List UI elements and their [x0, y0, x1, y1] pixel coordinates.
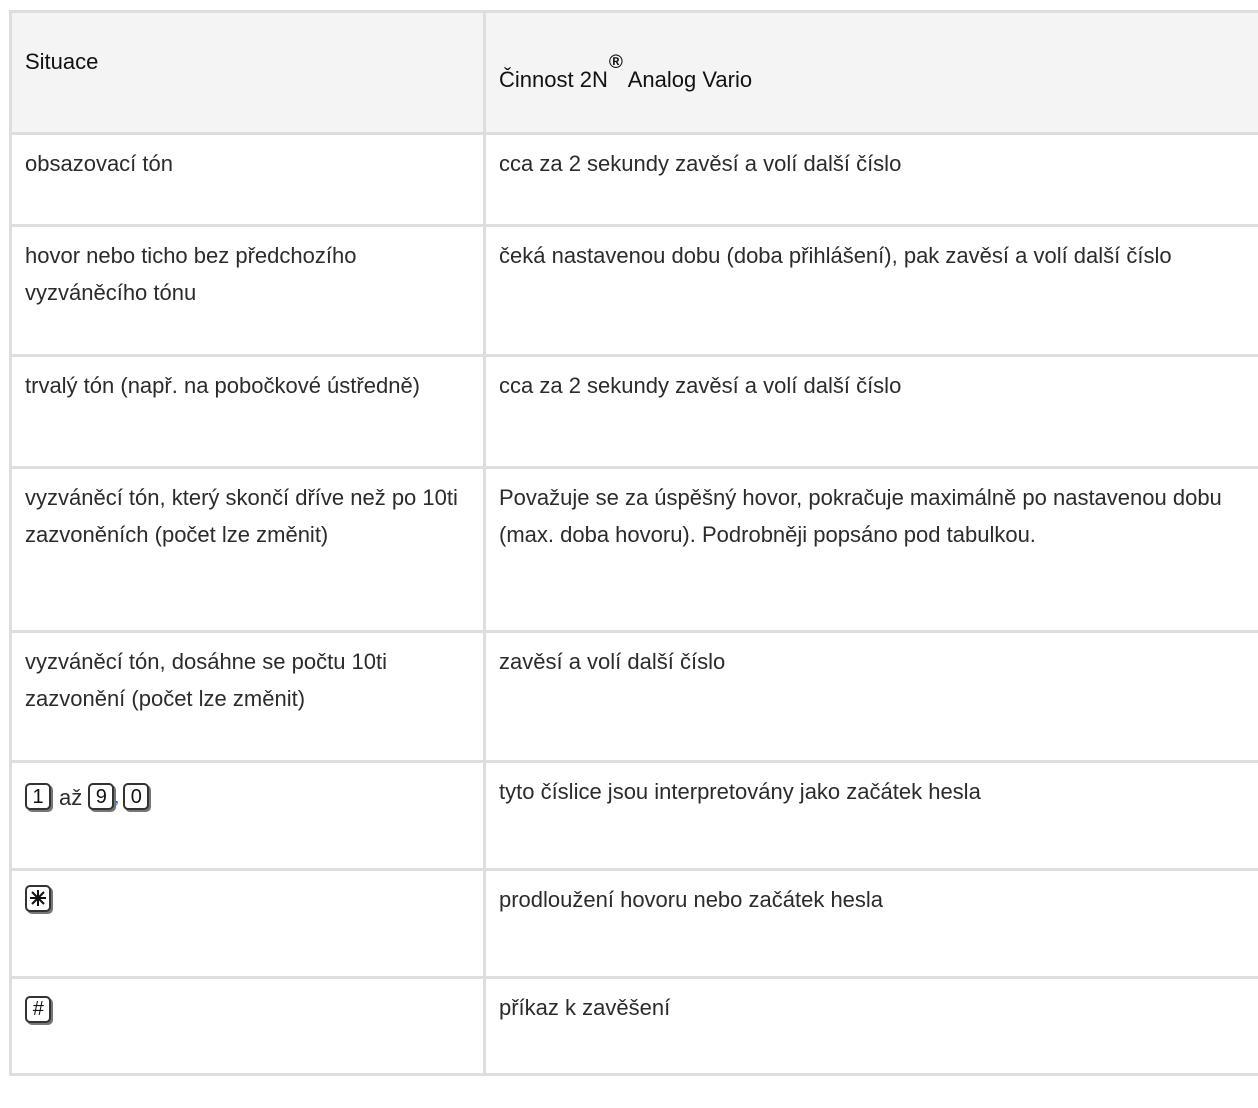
header-action-product: Analog Vario [622, 67, 753, 92]
key-9-icon: 9 [88, 783, 115, 810]
action-cell: zavěsí a volí další číslo [483, 630, 1258, 763]
header-action: Činnost 2N® Analog Vario [483, 10, 1258, 135]
action-cell: cca za 2 sekundy zavěsí a volí další čís… [483, 354, 1258, 469]
table-row: hovor nebo ticho bez předchozího vyzváně… [9, 224, 1258, 357]
situation-cell-hash: # [9, 976, 486, 1076]
key-separator: , [114, 787, 120, 807]
table-row: trvalý tón (např. na pobočkové ústředně)… [9, 354, 1258, 469]
header-action-label: Činnost 2N [499, 67, 608, 92]
situation-cell: trvalý tón (např. na pobočkové ústředně) [9, 354, 486, 469]
table-header-row: Situace Činnost 2N® Analog Vario [9, 10, 1258, 135]
table-row: 1 až 9 , 0 tyto číslice jsou interpretov… [9, 760, 1258, 871]
situations-table: Situace Činnost 2N® Analog Vario obsazov… [9, 10, 1258, 1076]
situation-cell: hovor nebo ticho bez předchozího vyzváně… [9, 224, 486, 357]
situation-cell-star [9, 868, 486, 979]
situation-cell: vyzváněcí tón, dosáhne se počtu 10ti zaz… [9, 630, 486, 763]
table-row: vyzváněcí tón, který skončí dříve než po… [9, 466, 1258, 633]
header-situation-label: Situace [25, 49, 99, 74]
action-cell: tyto číslice jsou interpretovány jako za… [483, 760, 1258, 871]
registered-mark: ® [608, 52, 623, 73]
action-cell: Považuje se za úspěšný hovor, pokračuje … [483, 466, 1258, 633]
star-key-icon [25, 884, 51, 912]
header-situation: Situace [9, 10, 486, 135]
hash-key-icon: # [25, 995, 51, 1023]
table-row: # příkaz k zavěšení [9, 976, 1258, 1076]
table-row: prodloužení hovoru nebo začátek hesla [9, 868, 1258, 979]
action-cell: prodloužení hovoru nebo začátek hesla [483, 868, 1258, 979]
action-cell: cca za 2 sekundy zavěsí a volí další čís… [483, 132, 1258, 227]
key-0-icon: 0 [123, 783, 150, 810]
key-1-icon: 1 [25, 783, 51, 810]
action-cell: čeká nastavenou dobu (doba přihlášení), … [483, 224, 1258, 357]
table-row: obsazovací tón cca za 2 sekundy zavěsí a… [9, 132, 1258, 227]
situation-cell: vyzváněcí tón, který skončí dříve než po… [9, 466, 486, 633]
key-range-joiner: až [59, 785, 83, 810]
table-row: vyzváněcí tón, dosáhne se počtu 10ti zaz… [9, 630, 1258, 763]
key-sequence: 1 až 9 , 0 [25, 773, 153, 810]
situation-cell: obsazovací tón [9, 132, 486, 227]
situation-cell-keys: 1 až 9 , 0 [9, 760, 486, 871]
action-cell: příkaz k zavěšení [483, 976, 1258, 1076]
